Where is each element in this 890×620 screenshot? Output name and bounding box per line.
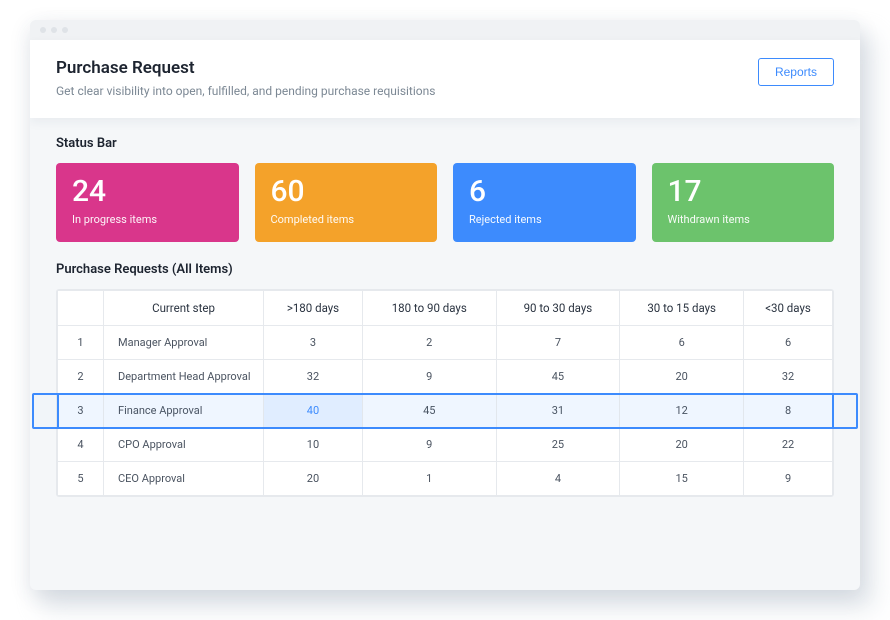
column-header: <30 days xyxy=(744,291,833,326)
window-dot xyxy=(40,27,46,33)
cell-value[interactable]: 20 xyxy=(620,428,744,462)
row-index: 3 xyxy=(58,394,104,428)
purchase-requests-table: Current step>180 days180 to 90 days90 to… xyxy=(57,290,833,496)
cell-value[interactable]: 9 xyxy=(362,360,496,394)
table-container: Current step>180 days180 to 90 days90 to… xyxy=(56,289,834,497)
cell-value[interactable]: 22 xyxy=(744,428,833,462)
table-row[interactable]: 5CEO Approval2014159 xyxy=(58,462,833,496)
cell-value[interactable]: 7 xyxy=(496,326,620,360)
column-header: 90 to 30 days xyxy=(496,291,620,326)
status-label: In progress items xyxy=(72,213,223,226)
status-card[interactable]: 17 Withdrawn items xyxy=(652,163,835,242)
status-card[interactable]: 24 In progress items xyxy=(56,163,239,242)
row-step: Manager Approval xyxy=(104,326,264,360)
cell-value[interactable]: 3 xyxy=(264,326,363,360)
reports-button[interactable]: Reports xyxy=(758,58,834,86)
column-header: >180 days xyxy=(264,291,363,326)
status-label: Withdrawn items xyxy=(668,213,819,226)
status-card[interactable]: 6 Rejected items xyxy=(453,163,636,242)
row-index: 4 xyxy=(58,428,104,462)
status-label: Completed items xyxy=(271,213,422,226)
cell-value[interactable]: 2 xyxy=(362,326,496,360)
status-card[interactable]: 60 Completed items xyxy=(255,163,438,242)
status-value: 24 xyxy=(72,177,223,207)
status-value: 6 xyxy=(469,177,620,207)
row-index: 1 xyxy=(58,326,104,360)
cell-value[interactable]: 15 xyxy=(620,462,744,496)
page-title: Purchase Request xyxy=(56,58,758,78)
cell-value[interactable]: 32 xyxy=(264,360,363,394)
cell-value[interactable]: 45 xyxy=(496,360,620,394)
cell-value[interactable]: 6 xyxy=(620,326,744,360)
column-header: Current step xyxy=(104,291,264,326)
cell-value[interactable]: 31 xyxy=(496,394,620,428)
status-bar-label: Status Bar xyxy=(56,136,834,151)
window-dot xyxy=(51,27,57,33)
table-row[interactable]: 3Finance Approval404531128 xyxy=(58,394,833,428)
cell-value[interactable]: 9 xyxy=(744,462,833,496)
cell-value[interactable]: 20 xyxy=(264,462,363,496)
cell-value[interactable]: 32 xyxy=(744,360,833,394)
cell-value[interactable]: 1 xyxy=(362,462,496,496)
window-titlebar xyxy=(30,20,860,40)
row-step: CEO Approval xyxy=(104,462,264,496)
status-cards-row: 24 In progress items 60 Completed items 6 Rej… xyxy=(56,163,834,242)
row-index: 2 xyxy=(58,360,104,394)
table-row[interactable]: 2Department Head Approval329452032 xyxy=(58,360,833,394)
cell-value[interactable]: 6 xyxy=(744,326,833,360)
status-value: 60 xyxy=(271,177,422,207)
cell-value[interactable]: 4 xyxy=(496,462,620,496)
page-header: Purchase Request Get clear visibility in… xyxy=(30,40,860,118)
app-window: Purchase Request Get clear visibility in… xyxy=(30,20,860,590)
cell-value[interactable]: 45 xyxy=(362,394,496,428)
column-header: 30 to 15 days xyxy=(620,291,744,326)
row-step: CPO Approval xyxy=(104,428,264,462)
window-dot xyxy=(62,27,68,33)
cell-value[interactable]: 9 xyxy=(362,428,496,462)
row-step: Finance Approval xyxy=(104,394,264,428)
status-value: 17 xyxy=(668,177,819,207)
cell-value[interactable]: 12 xyxy=(620,394,744,428)
page-subtitle: Get clear visibility into open, fulfille… xyxy=(56,84,758,98)
table-title: Purchase Requests (All Items) xyxy=(56,262,834,277)
row-step: Department Head Approval xyxy=(104,360,264,394)
cell-value[interactable]: 10 xyxy=(264,428,363,462)
table-row[interactable]: 4CPO Approval109252022 xyxy=(58,428,833,462)
status-label: Rejected items xyxy=(469,213,620,226)
cell-value[interactable]: 8 xyxy=(744,394,833,428)
cell-value[interactable]: 40 xyxy=(264,394,363,428)
row-index: 5 xyxy=(58,462,104,496)
cell-value[interactable]: 25 xyxy=(496,428,620,462)
column-header: 180 to 90 days xyxy=(362,291,496,326)
table-row[interactable]: 1Manager Approval32766 xyxy=(58,326,833,360)
column-header xyxy=(58,291,104,326)
cell-value[interactable]: 20 xyxy=(620,360,744,394)
